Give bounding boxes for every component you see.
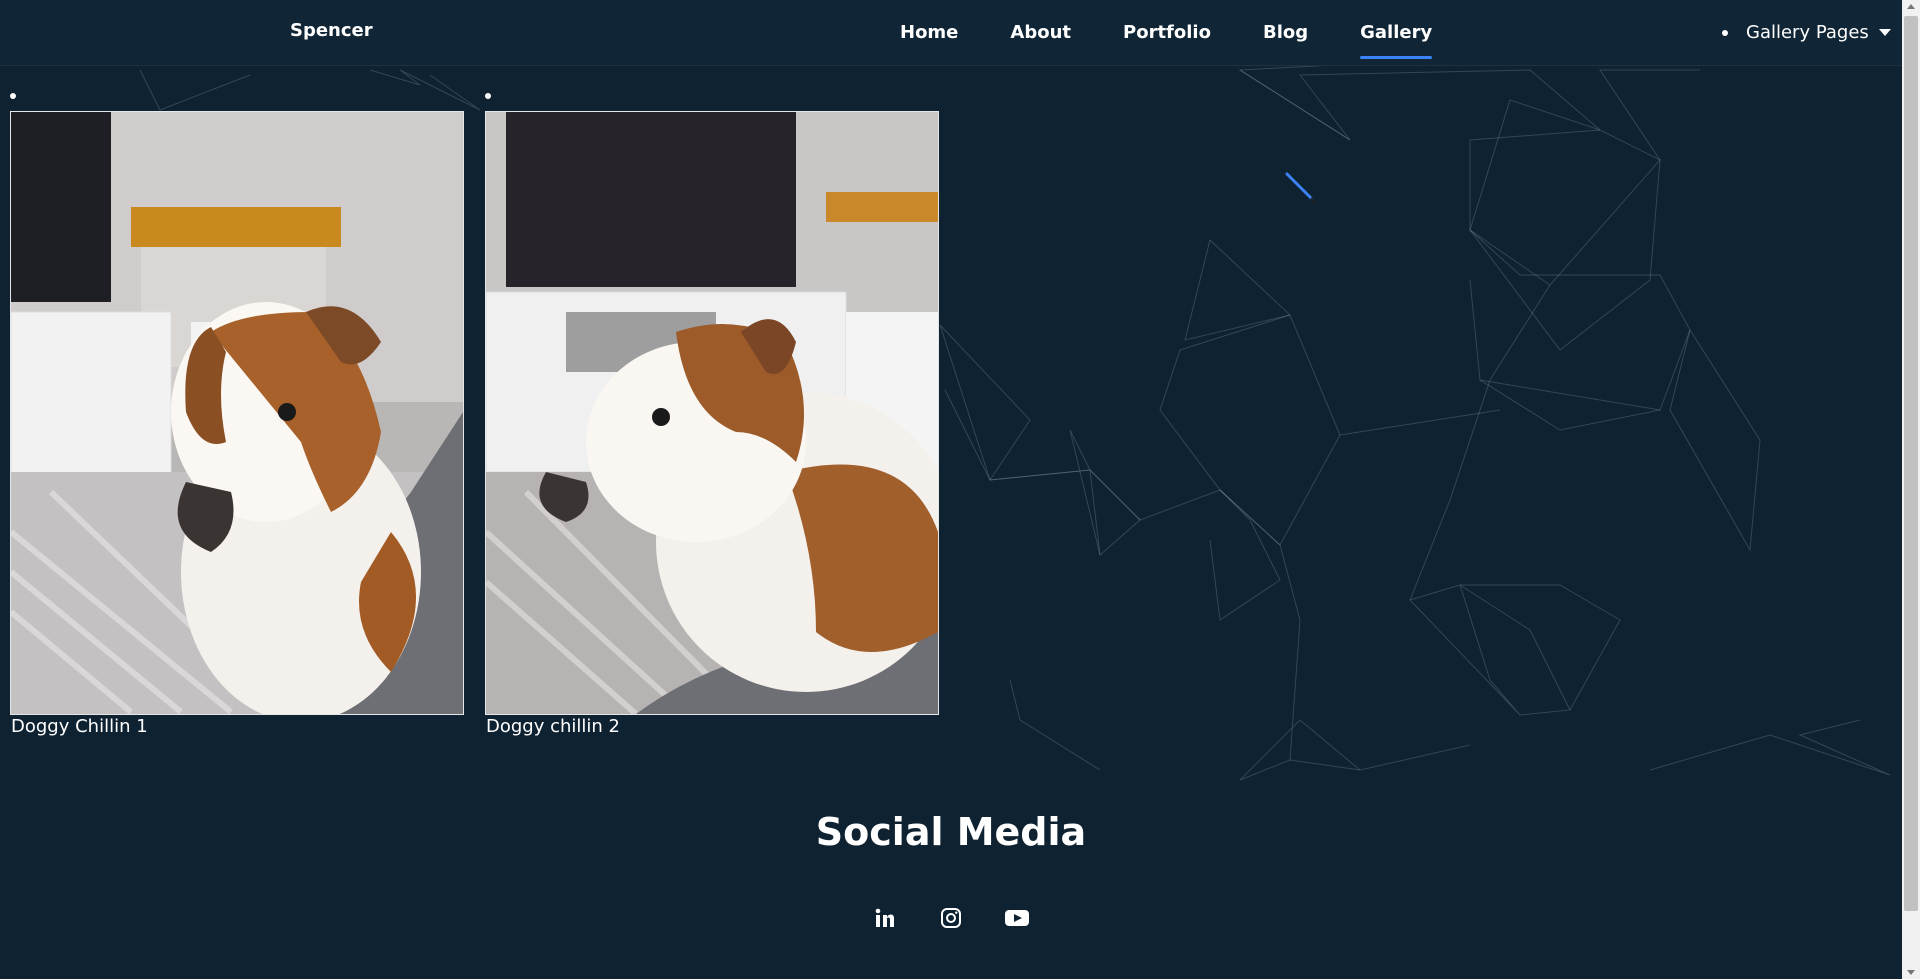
nav-home[interactable]: Home — [900, 0, 958, 65]
social-section: Social Media — [0, 810, 1902, 928]
gallery-item-1: Doggy Chillin 1 — [0, 65, 470, 745]
scrollbar[interactable] — [1902, 0, 1920, 979]
gallery-photo-2[interactable] — [485, 111, 939, 715]
site-header: Spencer Home About Portfolio Blog Galler… — [0, 0, 1902, 66]
nav-blog[interactable]: Blog — [1263, 0, 1308, 65]
dog-photo-image — [486, 112, 938, 714]
dog-photo-image — [11, 112, 463, 714]
gallery-pages-label: Gallery Pages — [1746, 22, 1869, 43]
gallery-caption-2: Doggy chillin 2 — [486, 716, 620, 737]
list-bullet — [485, 93, 491, 99]
youtube-icon[interactable] — [1004, 905, 1030, 931]
social-icons — [0, 905, 1902, 931]
social-title: Social Media — [815, 810, 1087, 854]
nav-about[interactable]: About — [1010, 0, 1071, 65]
scroll-down-icon[interactable] — [1907, 970, 1915, 975]
cursor-icon — [1285, 172, 1316, 203]
scrollbar-thumb[interactable] — [1904, 16, 1918, 911]
caret-down-icon — [1878, 29, 1891, 36]
main-nav: Home About Portfolio Blog Gallery — [900, 0, 1484, 65]
gallery-caption-1: Doggy Chillin 1 — [11, 716, 148, 737]
linkedin-icon[interactable] — [872, 905, 898, 931]
bullet-dot — [1722, 29, 1728, 36]
nav-gallery[interactable]: Gallery — [1360, 0, 1433, 65]
nav-portfolio[interactable]: Portfolio — [1123, 0, 1211, 65]
gallery-photo-1[interactable] — [10, 111, 464, 715]
brand-logo[interactable]: Spencer — [290, 20, 373, 41]
list-bullet — [10, 93, 16, 99]
scroll-up-icon[interactable] — [1907, 4, 1915, 9]
gallery-item-2: Doggy chillin 2 — [475, 65, 945, 745]
instagram-icon[interactable] — [938, 905, 964, 931]
gallery-pages-dropdown[interactable]: Gallery Pages — [1722, 0, 1891, 65]
